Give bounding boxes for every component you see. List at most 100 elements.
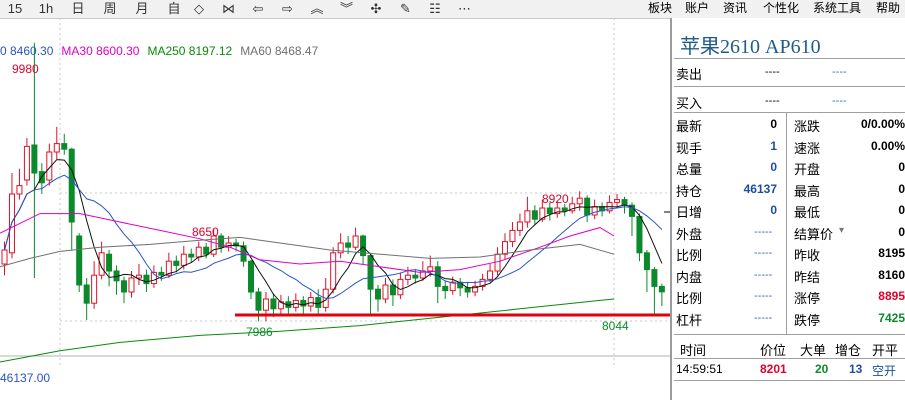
chevron-down-icon[interactable]: ▾ (839, 225, 844, 236)
quote-value: 8195 (878, 246, 905, 260)
tick-header-cell: 增仓 (835, 343, 862, 358)
menu-0[interactable]: 板块 (648, 0, 672, 17)
candle (658, 283, 665, 306)
quote-value: 46137 (743, 181, 777, 196)
more-icon[interactable]: ⋯ (454, 1, 476, 17)
menu-3[interactable]: 个性化 (763, 0, 799, 17)
quote-label: 总量 (676, 162, 703, 177)
quote-value: 8160 (878, 267, 905, 282)
candle (487, 264, 494, 283)
menu-5[interactable]: 帮助 (876, 0, 900, 17)
candle (472, 280, 479, 297)
quote-label: 比例 (676, 248, 703, 263)
candle (479, 273, 486, 291)
candle (322, 278, 329, 312)
tick-header-cell: 时间 (680, 343, 707, 358)
quote-label: 昨结 (794, 269, 821, 285)
candle (150, 265, 157, 288)
quote-value: ----- (754, 311, 773, 324)
quote-label: 最高 (794, 183, 821, 199)
period-4[interactable]: 月 (130, 1, 154, 17)
double-up-icon[interactable]: ︽ (306, 1, 328, 17)
candle (16, 168, 23, 200)
quote-value: 0 (770, 203, 777, 217)
arrow-right-icon[interactable]: ⇨ (277, 1, 299, 17)
candlestick-chart[interactable]: 9980 8920 8650 7986 8044 46137.00 (0, 18, 670, 400)
quote-value: ----- (754, 268, 773, 281)
pencil-icon[interactable]: ✎ (395, 1, 417, 17)
tick-type: 空开 (872, 364, 897, 378)
quote-label: 速涨 (794, 140, 821, 156)
candle (569, 196, 576, 214)
period-1[interactable]: 1h (34, 1, 58, 17)
price-annotation: 8650 (192, 225, 219, 239)
candle (352, 227, 359, 250)
candle (651, 266, 658, 314)
quote-label: 涨停 (794, 291, 821, 306)
ma250-line (0, 298, 615, 363)
quote-value: ----- (754, 225, 773, 238)
buy-volume: ---- (832, 95, 847, 107)
menu-2[interactable]: 资讯 (723, 0, 747, 17)
candle (113, 265, 120, 295)
quote-label: 外盘 (676, 226, 703, 242)
candle (83, 278, 90, 320)
candle (248, 259, 255, 299)
candle (61, 133, 68, 155)
quote-label: 日增 (676, 205, 703, 220)
candle (330, 247, 337, 294)
candle (464, 282, 471, 298)
price-annotation: 9980 (12, 62, 39, 76)
sell-volume: ---- (832, 66, 847, 78)
quote-value: 1 (770, 138, 777, 153)
toolbar: 15 1h 日周月自 ◇ ⋈ ⇦ ⇨ ︽ ︾ ✣ ✎ ☷ ⋯ 板块 账户 资讯 个性化 系统工具 帮助 (0, 0, 905, 19)
candle (584, 195, 591, 222)
candle (1, 241, 8, 276)
period-0[interactable]: 15 (3, 1, 27, 17)
quote-value: ----- (754, 290, 773, 302)
candle (606, 195, 613, 214)
double-down-icon[interactable]: ︾ (336, 1, 358, 17)
period-5[interactable]: 自 (162, 1, 186, 17)
menu-4[interactable]: 系统工具 (813, 0, 861, 17)
tick-oi: 13 (849, 362, 863, 376)
candle (389, 279, 396, 306)
menu-1[interactable]: 账户 (685, 0, 709, 17)
candle (614, 194, 621, 208)
buy-price: ---- (765, 95, 780, 107)
quote-label: 开盘 (794, 162, 821, 177)
checklist-icon[interactable]: ☷ (424, 1, 446, 17)
quote-value: 0.00% (870, 138, 905, 153)
candle (292, 293, 299, 312)
tick-big: 20 (815, 362, 829, 376)
shrink-horizontal-icon[interactable]: ⋈ (218, 1, 240, 17)
period-3[interactable]: 周 (98, 1, 122, 17)
quote-value: ----- (754, 247, 773, 259)
candle (442, 280, 449, 299)
arrow-left-icon[interactable]: ⇦ (247, 1, 269, 17)
quote-value: 0 (898, 181, 905, 196)
candle (277, 294, 284, 315)
quote-label: 最低 (794, 205, 821, 220)
candle (31, 42, 38, 278)
open-interest-value: 46137.00 (0, 371, 50, 385)
candle (457, 278, 464, 297)
quote-label: 跌停 (794, 312, 821, 328)
quote-label: 现手 (676, 140, 703, 156)
crosshair-icon[interactable]: ✣ (365, 1, 387, 17)
candle (218, 233, 225, 253)
candle (360, 234, 367, 264)
quote-value: 7425 (878, 310, 905, 325)
price-annotation: 8920 (542, 192, 569, 206)
candle (367, 252, 374, 315)
candle (375, 285, 381, 312)
quote-panel: 苹果2610 AP610 卖出 ---- ---- 买入 ---- ---- 最… (670, 18, 905, 400)
candle (382, 278, 389, 304)
candle (23, 138, 30, 186)
ma60-line (0, 236, 615, 268)
quote-label: 比例 (676, 291, 703, 306)
candle (404, 266, 411, 285)
period-2[interactable]: 日 (66, 1, 90, 17)
quote-label: 结算价 (794, 226, 834, 242)
expand-horizontal-icon[interactable]: ◇ (188, 1, 210, 17)
